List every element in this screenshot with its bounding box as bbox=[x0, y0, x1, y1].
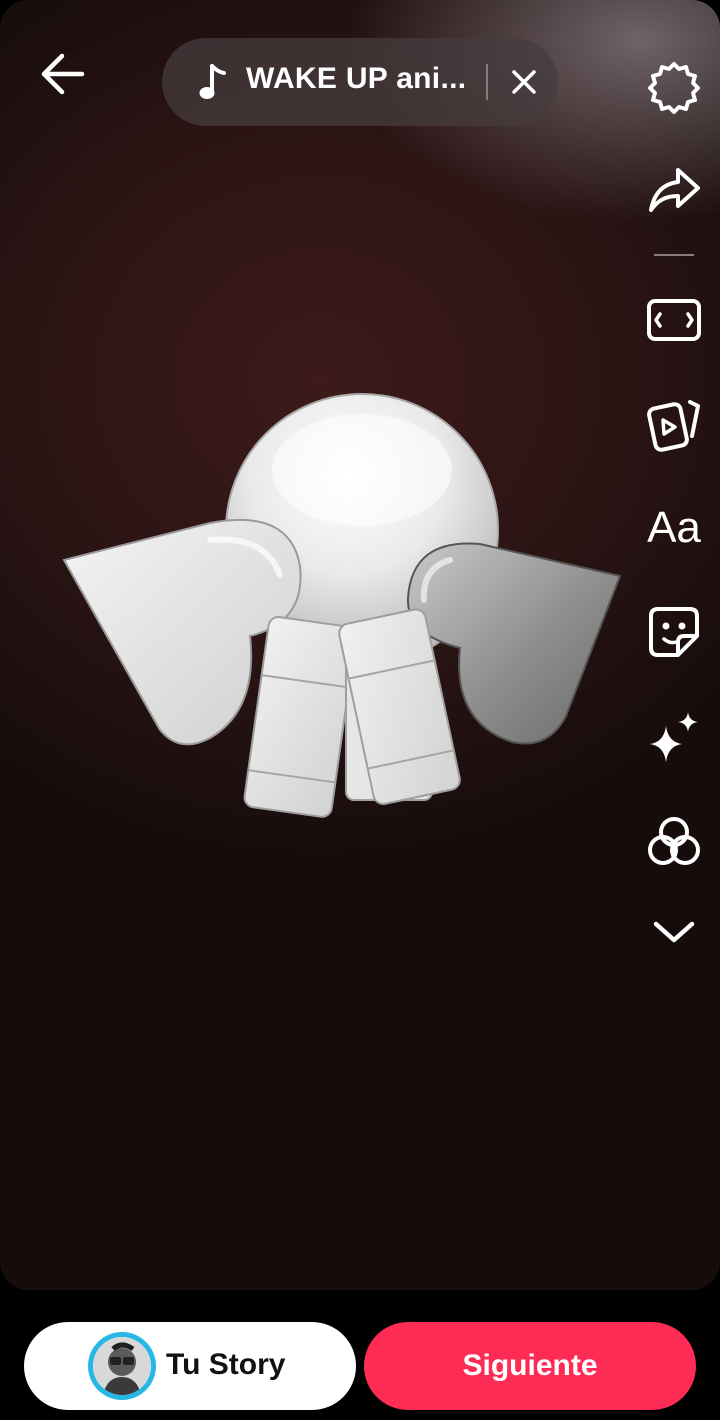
sticker-icon[interactable] bbox=[646, 604, 702, 660]
avatar bbox=[88, 1332, 156, 1400]
video-templates-icon[interactable] bbox=[646, 396, 702, 452]
your-story-label: Tu Story bbox=[166, 1348, 286, 1381]
pill-divider bbox=[486, 64, 488, 100]
editing-toolbar: Aa bbox=[628, 0, 720, 1000]
music-title: WAKE UP ani... bbox=[246, 62, 467, 95]
effects-sparkle-icon[interactable] bbox=[646, 708, 702, 764]
music-note-icon bbox=[199, 64, 226, 99]
more-chevron-icon[interactable] bbox=[646, 904, 702, 960]
close-icon[interactable] bbox=[504, 62, 544, 102]
text-icon[interactable]: Aa bbox=[642, 500, 706, 556]
toolbar-divider bbox=[654, 254, 694, 256]
music-selector[interactable]: WAKE UP ani... bbox=[162, 38, 558, 126]
your-story-button[interactable]: Tu Story bbox=[24, 1322, 356, 1410]
heart-sticker[interactable] bbox=[60, 390, 630, 830]
share-arrow-icon[interactable] bbox=[646, 162, 702, 218]
next-button[interactable]: Siguiente bbox=[364, 1322, 696, 1410]
next-label: Siguiente bbox=[462, 1349, 598, 1382]
avatar-image bbox=[93, 1337, 151, 1395]
filters-icon[interactable] bbox=[646, 814, 702, 870]
aspect-ratio-icon[interactable] bbox=[646, 292, 702, 348]
bottom-bar: Tu Story Siguiente bbox=[0, 1290, 720, 1420]
story-canvas: WAKE UP ani... Aa bbox=[0, 0, 720, 1290]
settings-gear-icon[interactable] bbox=[646, 60, 702, 116]
back-arrow-icon[interactable] bbox=[38, 52, 86, 96]
